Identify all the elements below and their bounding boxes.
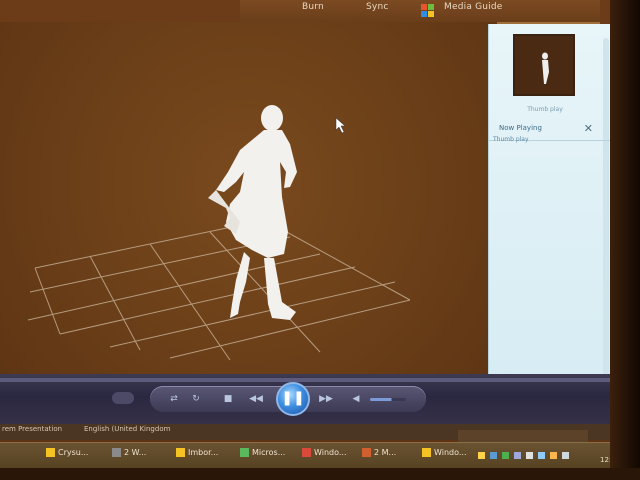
- play-pause-button[interactable]: ❚❚: [276, 382, 310, 416]
- tray-icon[interactable]: [538, 452, 545, 459]
- panel-scrollbar[interactable]: [603, 38, 609, 378]
- monitor-bezel-right: [610, 0, 640, 480]
- status-left-text: rem Presentation: [2, 425, 63, 433]
- video-scene: [27, 105, 411, 361]
- windows-flag-icon: [421, 4, 434, 17]
- app-icon: [240, 448, 249, 457]
- tab-sync[interactable]: Sync: [366, 0, 389, 18]
- taskbar-item[interactable]: Imbor...: [176, 445, 218, 461]
- taskbar-item[interactable]: 2 W...: [112, 445, 146, 461]
- seek-bar[interactable]: [0, 378, 620, 382]
- tray-icon[interactable]: [502, 452, 509, 459]
- tray-icon[interactable]: [550, 452, 557, 459]
- app-icon: [362, 448, 371, 457]
- player-tab-strip: [240, 0, 600, 24]
- close-icon[interactable]: ✕: [584, 122, 593, 135]
- app-icon: [302, 448, 311, 457]
- shuffle-icon[interactable]: ⇄: [166, 392, 182, 406]
- taskbar-item[interactable]: Micros...: [240, 445, 285, 461]
- status-language-text: English (United Kingdom: [84, 425, 171, 433]
- mouse-pointer-icon: [335, 117, 346, 134]
- system-tray: [478, 452, 618, 464]
- tab-burn[interactable]: Burn: [302, 0, 324, 18]
- app-icon: [112, 448, 121, 457]
- previous-button[interactable]: ◀◀: [248, 392, 264, 406]
- thumbnail-caption: Thumb play: [527, 106, 563, 113]
- mute-icon[interactable]: ◀: [348, 392, 364, 406]
- tray-icon[interactable]: [478, 452, 485, 459]
- volume-slider[interactable]: [370, 398, 406, 401]
- taskbar-item[interactable]: Windo...: [422, 445, 467, 461]
- app-icon: [46, 448, 55, 457]
- floor-grid: [27, 219, 411, 361]
- dancer-figure: [208, 105, 297, 320]
- album-art-thumbnail[interactable]: [513, 34, 575, 96]
- shuffle-button[interactable]: [112, 392, 134, 404]
- tray-icon[interactable]: [526, 452, 533, 459]
- app-icon: [422, 448, 431, 457]
- tray-icon[interactable]: [514, 452, 521, 459]
- now-playing-dropdown[interactable]: Now Playing: [499, 124, 542, 132]
- app-icon: [176, 448, 185, 457]
- taskbar-item[interactable]: Windo...: [302, 445, 347, 461]
- now-playing-panel: Thumb play Now Playing ✕ Thumb play: [488, 24, 611, 388]
- tray-icon[interactable]: [562, 452, 569, 459]
- taskbar-item[interactable]: Crysu...: [46, 445, 88, 461]
- next-button[interactable]: ▶▶: [318, 392, 334, 406]
- thumbnail-figure-icon: [542, 52, 549, 84]
- mini-window-controls[interactable]: [458, 430, 588, 442]
- stop-button[interactable]: ■: [220, 392, 236, 406]
- tab-media-guide[interactable]: Media Guide: [444, 0, 503, 18]
- repeat-icon[interactable]: ↻: [188, 392, 204, 406]
- tray-icon[interactable]: [490, 452, 497, 459]
- playlist-item[interactable]: Thumb play: [493, 136, 529, 143]
- monitor-bezel-bottom: [0, 468, 640, 480]
- taskbar-item[interactable]: 2 M...: [362, 445, 396, 461]
